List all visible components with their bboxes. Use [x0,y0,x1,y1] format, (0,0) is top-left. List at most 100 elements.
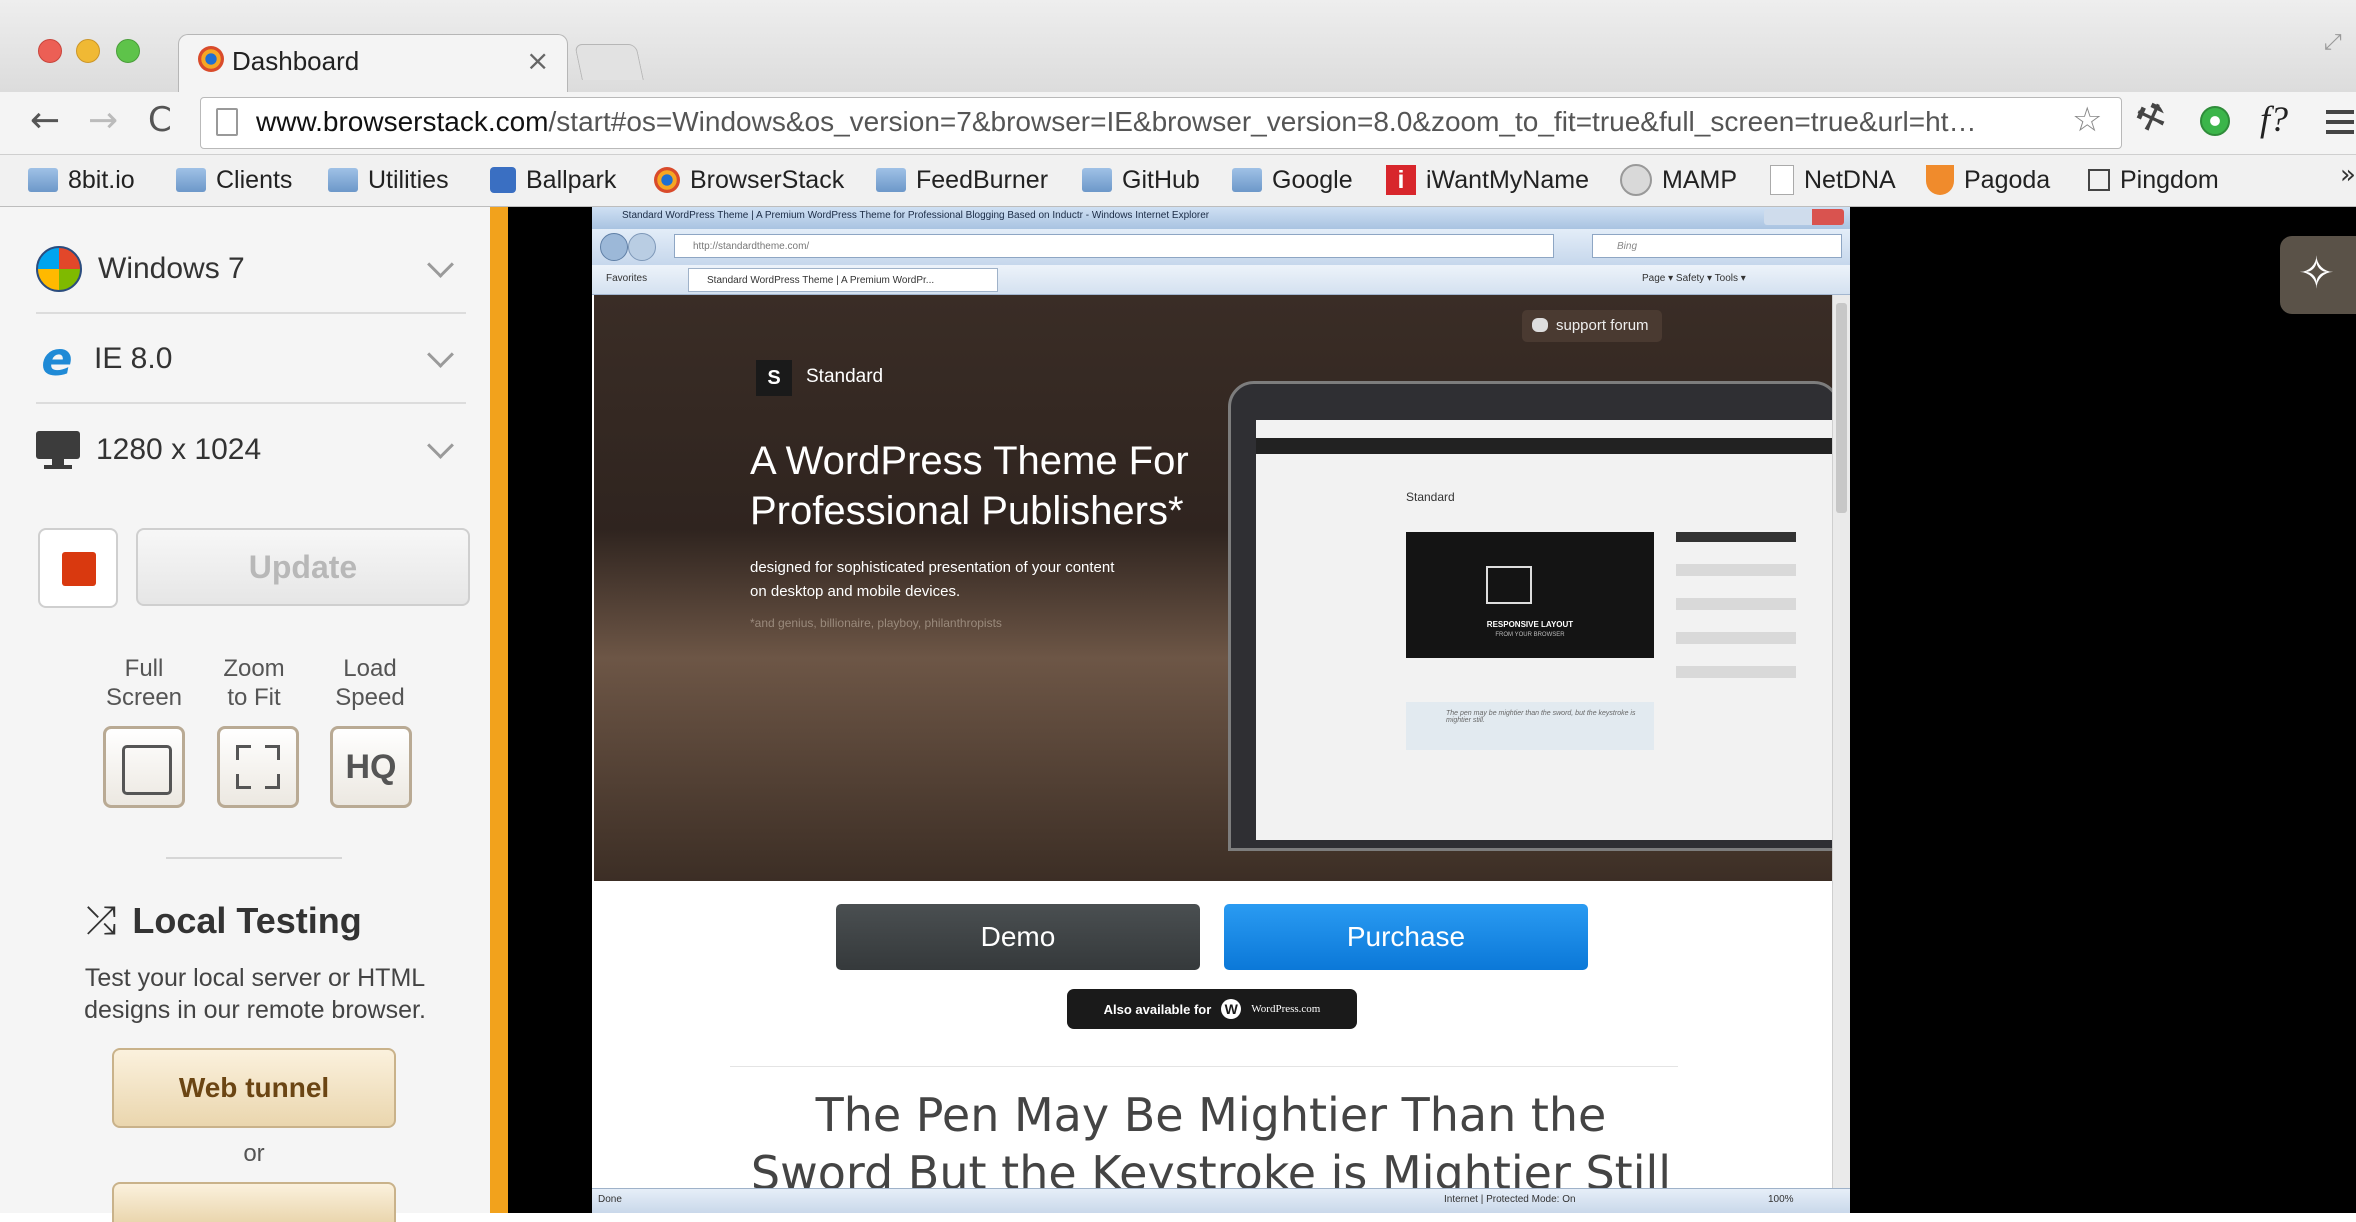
screen-feature-image: RESPONSIVE LAYOUT FROM YOUR BROWSER [1406,532,1654,658]
tab-close-button[interactable]: × [526,44,549,77]
ie-url-field[interactable]: http://standardtheme.com/ [674,234,1554,258]
option-label-line: Zoom [223,655,285,682]
tab-title: Dashboard [232,46,360,76]
wordpress-com-badge[interactable]: Also available for W WordPress.com [1067,989,1357,1029]
bookmark-clients[interactable]: Clients [176,163,292,197]
devices-icon [1486,566,1532,604]
ie-window-controls[interactable] [1764,209,1844,225]
bookmark-label: Utilities [368,165,449,194]
bookmark-netdna[interactable]: NetDNA [1770,163,1896,197]
bookmark-pagoda[interactable]: Pagoda [1926,163,2050,197]
purchase-button[interactable]: Purchase [1224,904,1588,970]
option-label-line: Speed [335,684,405,711]
option-label-line: Full [124,655,164,682]
bookmark-label: Ballpark [526,165,617,194]
folder-icon [328,168,358,192]
bookmark-label: iWantMyName [1426,165,1589,194]
chevron-down-icon [427,340,454,368]
standard-logo-icon: S [756,360,792,396]
screen-quote: The pen may be mightier than the sword, … [1406,702,1654,750]
ie-tab[interactable]: Standard WordPress Theme | A Premium Wor… [688,268,998,292]
monitor-icon [36,431,80,469]
reload-icon[interactable]: C [148,100,172,140]
stop-button[interactable] [38,528,118,608]
full-screen-toggle[interactable] [103,726,185,808]
menu-icon[interactable] [2326,110,2354,134]
ie-zoom-level[interactable]: 100% [1768,1194,1794,1205]
bookmark-ballpark[interactable]: Ballpark [490,163,616,197]
bookmark-mamp[interactable]: MAMP [1620,163,1737,197]
forward-arrow-icon[interactable]: → [88,100,118,141]
zoom-to-fit-toggle[interactable] [217,726,299,808]
os-selector[interactable]: Windows 7 [36,226,466,314]
fullscreen-toggle-icon[interactable]: ⤢ [2324,30,2342,55]
ie-favorites-bar: Favorites Standard WordPress Theme | A P… [592,265,1850,295]
bookmark-feedburner[interactable]: FeedBurner [876,163,1048,197]
settings-wand-button[interactable]: ✧ [2280,236,2356,314]
hero-subtitle-line: designed for sophisticated presentation … [750,559,1115,576]
bookmark-label: 8bit.io [68,165,135,194]
folder-icon [1232,168,1262,192]
bookmark-label: GitHub [1122,165,1200,194]
ie-favorites-label[interactable]: Favorites [606,273,647,284]
resolution-selector[interactable]: 1280 x 1024 [36,406,466,494]
url-domain: www.browserstack.com [256,106,549,137]
browser-selector[interactable]: e IE 8.0 [36,316,466,404]
desc-line: Test your local server or HTML [84,964,426,992]
font-finder-icon[interactable]: f? [2260,98,2288,140]
scrollbar-thumb[interactable] [1836,303,1847,513]
minimize-window-button[interactable] [76,39,100,63]
ie-tools-menu[interactable]: Page ▾ Safety ▾ Tools ▾ [1642,273,1746,284]
bookmark-8bit[interactable]: 8bit.io [28,163,135,197]
ie-forward-icon[interactable] [628,233,656,261]
zoom-window-button[interactable] [116,39,140,63]
ghostery-icon[interactable] [2200,106,2230,136]
hero-title-line: A WordPress Theme For [750,439,1189,483]
back-arrow-icon[interactable]: ← [30,100,60,141]
web-tunnel-button[interactable]: Web tunnel [112,1048,396,1128]
page-icon [1770,165,1794,195]
bookmark-utilities[interactable]: Utilities [328,163,449,197]
bookmark-iwantmyname[interactable]: i iWantMyName [1386,163,1589,197]
folder-icon [876,168,906,192]
hero-footnote: *and genius, billionaire, playboy, phila… [750,616,1002,630]
ie-title-text: Standard WordPress Theme | A Premium Wor… [622,210,1210,221]
bookmarks-overflow-button[interactable]: » [2340,160,2356,190]
bookmark-label: MAMP [1662,165,1737,194]
ie-search-field[interactable]: Bing [1592,234,1842,258]
brand-name: Standard [806,366,884,387]
support-forum-button[interactable]: support forum [1522,310,1662,342]
pagoda-icon [1926,165,1954,195]
ie-back-icon[interactable] [600,233,628,261]
full-screen-icon [122,745,172,795]
update-button[interactable]: Update [136,528,470,606]
command-line-button[interactable] [112,1182,396,1222]
support-forum-label: support forum [1556,317,1649,334]
star-icon[interactable]: ☆ [2072,100,2102,140]
option-label-line: Load [343,655,397,682]
demo-button[interactable]: Demo [836,904,1200,970]
folder-icon [28,168,58,192]
browserstack-icon [198,46,224,72]
folder-icon [176,168,206,192]
bookmark-browserstack[interactable]: BrowserStack [654,163,844,197]
bookmark-github[interactable]: GitHub [1082,163,1200,197]
bookmark-label: BrowserStack [690,165,845,194]
desc-line: designs in our remote browser. [84,996,426,1024]
local-testing-title: Local Testing [132,899,362,941]
ie-status-text: Done [598,1194,622,1205]
new-tab-button[interactable] [574,44,644,80]
ie-statusbar: Done Internet | Protected Mode: On 100% [592,1188,1850,1213]
close-window-button[interactable] [38,39,62,63]
pingdom-icon [2088,169,2110,191]
ie-scrollbar[interactable] [1832,295,1850,1195]
ie-address-toolbar: http://standardtheme.com/ Bing [592,229,1850,265]
screen-sidebar [1676,532,1796,792]
screen-responsive-subtext: FROM YOUR BROWSER [1495,632,1565,638]
hq-toggle[interactable]: HQ [330,726,412,808]
chevron-down-icon [427,250,454,278]
windows-logo-icon [36,246,82,292]
url-path: /start#os=Windows&os_version=7&browser=I… [548,106,1977,137]
bookmark-pingdom[interactable]: Pingdom [2088,163,2219,197]
bookmark-google[interactable]: Google [1232,163,1353,197]
